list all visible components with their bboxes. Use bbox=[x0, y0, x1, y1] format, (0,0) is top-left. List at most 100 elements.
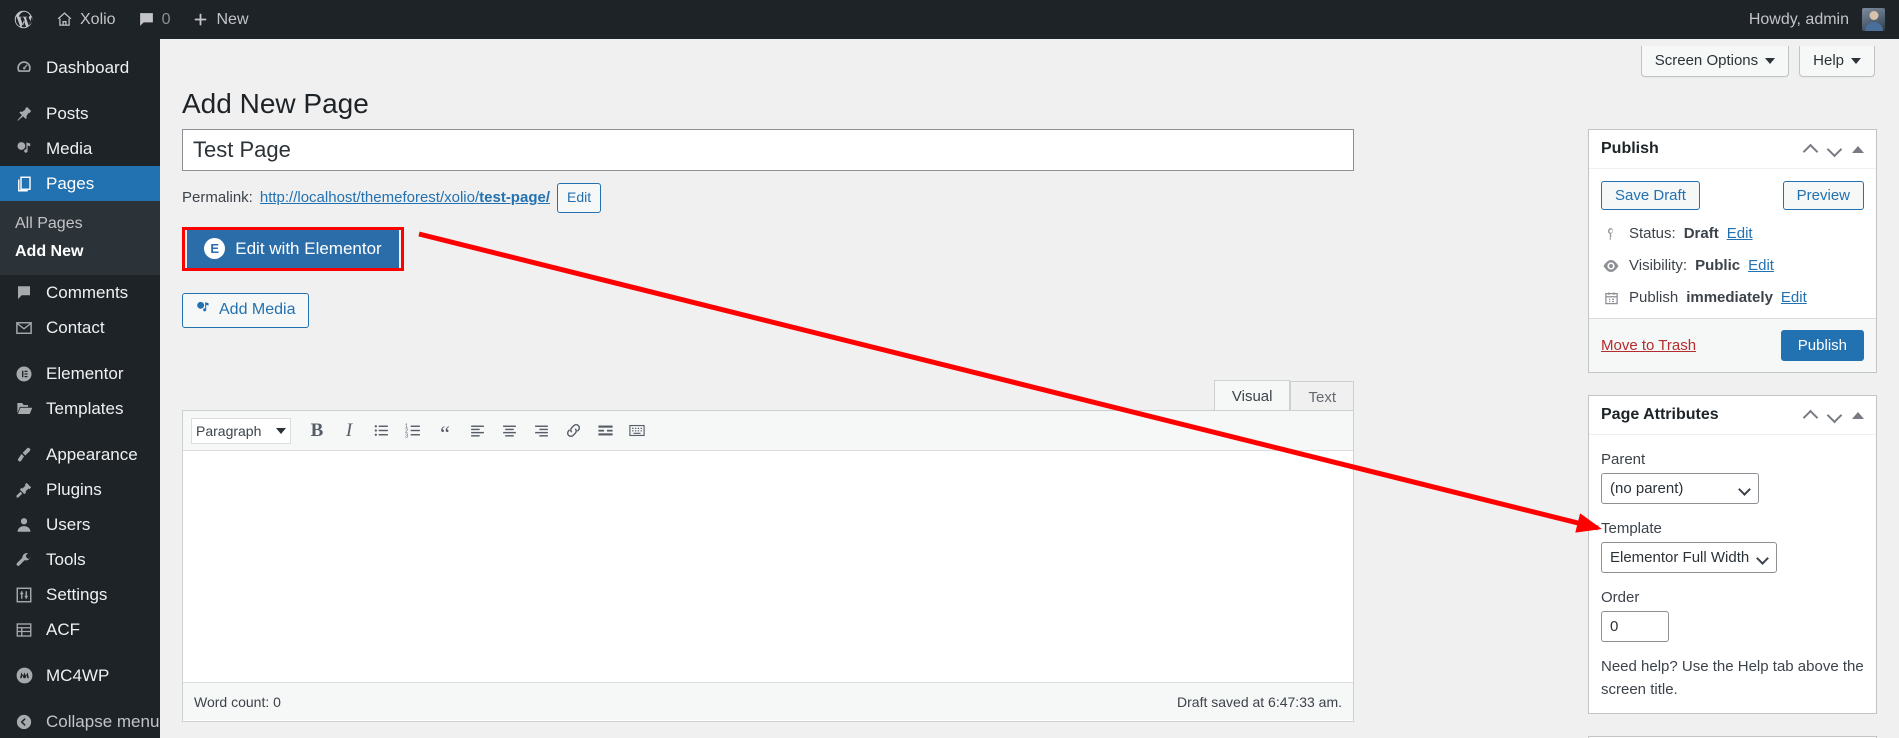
admin-sidebar: Dashboard Posts Media Pages All Pages Ad… bbox=[0, 39, 160, 738]
permalink-link[interactable]: http://localhost/themeforest/xolio/test-… bbox=[260, 189, 550, 206]
format-select[interactable]: Paragraph bbox=[191, 417, 291, 444]
new-label: New bbox=[216, 10, 249, 28]
new-content-menu[interactable]: New bbox=[181, 0, 259, 39]
postbox-side-column: Publish Save Draft Preview Status: Draft… bbox=[1588, 129, 1877, 738]
calendar-icon bbox=[1601, 290, 1621, 306]
sidebar-item-mc4wp[interactable]: MC4WP bbox=[0, 658, 160, 693]
menu-spacer bbox=[0, 85, 160, 96]
insert-link-icon[interactable] bbox=[559, 417, 587, 445]
order-input[interactable] bbox=[1601, 611, 1669, 642]
numbered-list-icon[interactable]: 123 bbox=[399, 417, 427, 445]
postbox-controls bbox=[1804, 143, 1864, 156]
sidebar-item-users[interactable]: Users bbox=[0, 507, 160, 542]
sidebar-item-label: MC4WP bbox=[46, 666, 110, 685]
sidebar-item-comments[interactable]: Comments bbox=[0, 275, 160, 310]
bulleted-list-icon[interactable] bbox=[367, 417, 395, 445]
visibility-label: Visibility: bbox=[1629, 257, 1688, 274]
template-select-value: Elementor Full Width bbox=[1610, 549, 1750, 566]
move-down-icon[interactable] bbox=[1828, 409, 1841, 422]
sidebar-item-elementor[interactable]: Elementor bbox=[0, 356, 160, 391]
read-more-icon[interactable] bbox=[591, 417, 619, 445]
mailchimp-icon bbox=[13, 666, 35, 686]
blockquote-icon[interactable]: “ bbox=[431, 417, 459, 445]
edit-publish-date-link[interactable]: Edit bbox=[1781, 289, 1807, 306]
site-name-label: Xolio bbox=[80, 10, 116, 28]
toolbar-toggle-icon[interactable] bbox=[623, 417, 651, 445]
wordpress-logo-icon bbox=[13, 9, 34, 30]
sidebar-item-pages[interactable]: Pages bbox=[0, 166, 160, 201]
publish-button[interactable]: Publish bbox=[1780, 330, 1864, 361]
plus-icon bbox=[192, 11, 209, 28]
help-button[interactable]: Help bbox=[1799, 46, 1875, 77]
add-media-label: Add Media bbox=[219, 301, 296, 319]
post-title-input[interactable] bbox=[182, 129, 1354, 171]
screen-options-label: Screen Options bbox=[1654, 52, 1759, 69]
sidebar-item-add-new[interactable]: Add New bbox=[0, 238, 160, 266]
sidebar-item-contact[interactable]: Contact bbox=[0, 310, 160, 345]
edit-with-elementor-button[interactable]: E Edit with Elementor bbox=[187, 226, 399, 271]
tab-visual[interactable]: Visual bbox=[1213, 380, 1291, 414]
edit-status-link[interactable]: Edit bbox=[1727, 225, 1753, 242]
italic-icon[interactable]: I bbox=[335, 417, 363, 445]
publish-actions-row: Save Draft Preview bbox=[1601, 181, 1864, 210]
add-media-button[interactable]: Add Media bbox=[182, 292, 309, 328]
svg-text:3: 3 bbox=[405, 434, 408, 439]
move-up-icon[interactable] bbox=[1804, 143, 1817, 156]
pin-marker-icon bbox=[1601, 226, 1621, 242]
move-to-trash-link[interactable]: Move to Trash bbox=[1601, 337, 1696, 354]
permalink-row: Permalink: http://localhost/themeforest/… bbox=[182, 183, 1354, 213]
sidebar-item-label: Elementor bbox=[46, 364, 124, 383]
sidebar-item-posts[interactable]: Posts bbox=[0, 96, 160, 131]
save-draft-button[interactable]: Save Draft bbox=[1601, 181, 1700, 210]
toggle-panel-icon[interactable] bbox=[1852, 411, 1864, 419]
avatar[interactable] bbox=[1862, 8, 1885, 31]
comment-bubble-icon bbox=[138, 11, 155, 28]
edit-visibility-link[interactable]: Edit bbox=[1748, 257, 1774, 274]
screen-meta-links: Screen Options Help bbox=[1640, 39, 1875, 77]
edit-with-elementor-label: Edit with Elementor bbox=[235, 238, 382, 258]
sidebar-item-settings[interactable]: Settings bbox=[0, 577, 160, 612]
status-row: Status: Draft Edit bbox=[1601, 225, 1864, 242]
editor-content-area[interactable] bbox=[183, 451, 1353, 682]
sidebar-item-plugins[interactable]: Plugins bbox=[0, 472, 160, 507]
chevron-down-icon bbox=[1758, 553, 1768, 563]
editor-status-bar: Word count: 0 Draft saved at 6:47:33 am. bbox=[183, 682, 1353, 720]
menu-spacer bbox=[0, 345, 160, 356]
parent-select-value: (no parent) bbox=[1610, 480, 1684, 497]
publish-date-row: Publish immediately Edit bbox=[1601, 289, 1864, 306]
parent-label: Parent bbox=[1601, 451, 1646, 468]
align-right-icon[interactable] bbox=[527, 417, 555, 445]
bold-icon[interactable]: B bbox=[303, 417, 331, 445]
chevron-down-icon bbox=[276, 427, 286, 434]
sidebar-item-acf[interactable]: ACF bbox=[0, 612, 160, 647]
align-center-icon[interactable] bbox=[495, 417, 523, 445]
site-name-menu[interactable]: Xolio bbox=[45, 0, 127, 39]
sidebar-item-media[interactable]: Media bbox=[0, 131, 160, 166]
screen-options-button[interactable]: Screen Options bbox=[1640, 46, 1790, 77]
collapse-menu-button[interactable]: Collapse menu bbox=[0, 704, 160, 738]
sidebar-item-templates[interactable]: Templates bbox=[0, 391, 160, 426]
template-select[interactable]: Elementor Full Width bbox=[1601, 542, 1778, 573]
wordpress-logo-menu[interactable] bbox=[0, 0, 45, 39]
sidebar-item-dashboard[interactable]: Dashboard bbox=[0, 50, 160, 85]
toggle-panel-icon[interactable] bbox=[1852, 145, 1864, 153]
move-up-icon[interactable] bbox=[1804, 409, 1817, 422]
parent-select[interactable]: (no parent) bbox=[1601, 473, 1759, 504]
howdy-menu[interactable]: Howdy, admin bbox=[1736, 0, 1853, 39]
sidebar-item-all-pages[interactable]: All Pages bbox=[0, 210, 160, 238]
sidebar-item-label: Dashboard bbox=[46, 58, 130, 77]
post-body-content: Permalink: http://localhost/themeforest/… bbox=[182, 129, 1354, 722]
sidebar-item-label: Templates bbox=[46, 399, 124, 418]
align-left-icon[interactable] bbox=[463, 417, 491, 445]
preview-button[interactable]: Preview bbox=[1782, 181, 1864, 210]
sidebar-item-tools[interactable]: Tools bbox=[0, 542, 160, 577]
edit-permalink-button[interactable]: Edit bbox=[557, 183, 602, 213]
sidebar-item-label: Posts bbox=[46, 104, 89, 123]
comments-bubble[interactable]: 0 bbox=[127, 0, 182, 39]
brush-icon bbox=[13, 445, 35, 465]
menu-spacer bbox=[0, 39, 160, 50]
sidebar-item-label: Media bbox=[46, 139, 93, 158]
page-attributes-help-text: Need help? Use the Help tab above the sc… bbox=[1601, 658, 1864, 698]
sidebar-item-appearance[interactable]: Appearance bbox=[0, 437, 160, 472]
move-down-icon[interactable] bbox=[1828, 143, 1841, 156]
